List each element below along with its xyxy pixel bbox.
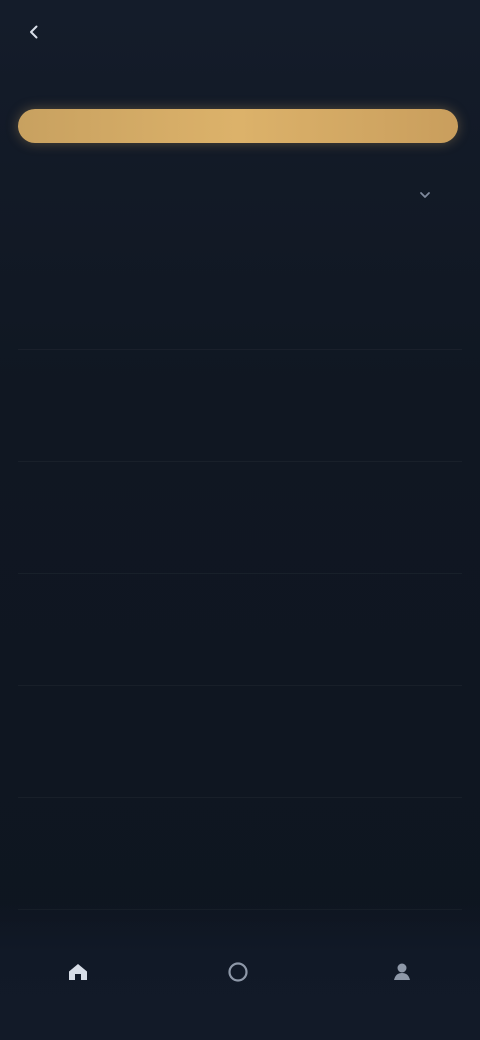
promo-banner[interactable] (18, 109, 458, 143)
bottom-nav (0, 904, 480, 1040)
home-icon[interactable] (54, 948, 102, 996)
app-screen (0, 0, 480, 1040)
top-bar (0, 0, 480, 62)
list-item[interactable] (18, 462, 462, 574)
circle-icon[interactable] (214, 948, 262, 996)
item-list (18, 238, 462, 910)
list-item[interactable] (18, 350, 462, 462)
person-icon[interactable] (378, 948, 426, 996)
info-block (42, 172, 440, 198)
back-icon[interactable] (20, 18, 48, 46)
list-item[interactable] (18, 238, 462, 350)
list-item[interactable] (18, 574, 462, 686)
list-item[interactable] (18, 798, 462, 910)
chevron-down-icon[interactable] (412, 182, 438, 208)
list-item[interactable] (18, 686, 462, 798)
